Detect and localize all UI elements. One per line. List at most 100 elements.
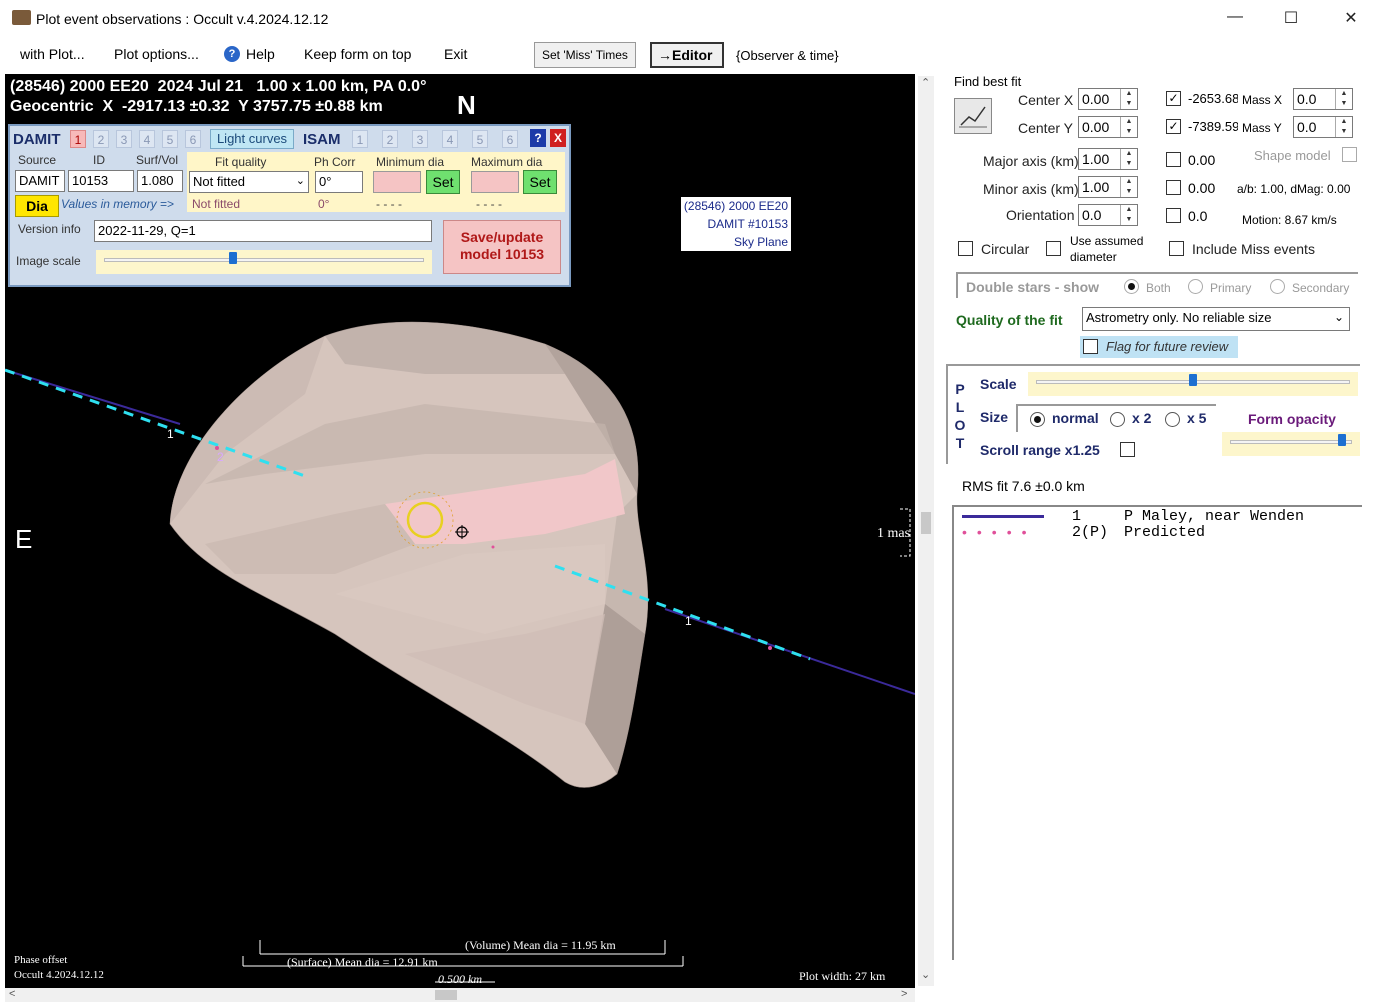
circular-label: Circular bbox=[981, 241, 1030, 257]
horizontal-scrollbar[interactable]: < > bbox=[5, 988, 915, 1002]
north-label: N bbox=[457, 90, 476, 120]
minor-axis-label: Minor axis (km) bbox=[983, 181, 1079, 197]
damit-tab-3[interactable]: 3 bbox=[116, 130, 132, 148]
dia-button[interactable]: Dia bbox=[15, 195, 59, 217]
scale-slider[interactable] bbox=[1028, 372, 1358, 396]
sky-label-plane: Sky Plane bbox=[733, 235, 788, 249]
double-both-radio[interactable] bbox=[1124, 279, 1139, 294]
id-field[interactable]: 10153 bbox=[68, 170, 134, 192]
damit-panel: DAMIT 1 2 3 4 5 6 Light curves ISAM 1 2 … bbox=[8, 124, 571, 287]
shape-model-checkbox[interactable] bbox=[1342, 147, 1357, 162]
minor-axis-checkbox[interactable] bbox=[1166, 180, 1181, 195]
center-x-label: Center X bbox=[1018, 92, 1074, 108]
chord-2-label: 2 bbox=[217, 450, 224, 464]
observer-time-label[interactable]: {Observer & time} bbox=[736, 48, 839, 63]
major-axis-checkbox[interactable] bbox=[1166, 152, 1181, 167]
editor-button[interactable]: →Editor bbox=[650, 42, 724, 68]
mass-x-spinner[interactable]: 0.0 ▲ ▼ bbox=[1293, 88, 1353, 110]
center-y-spinner[interactable]: 0.00 ▲ ▼ bbox=[1078, 116, 1138, 138]
max-dia-field[interactable] bbox=[471, 171, 519, 193]
damit-tab-2[interactable]: 2 bbox=[93, 130, 109, 148]
circular-checkbox[interactable] bbox=[958, 241, 973, 256]
isam-tab-3[interactable]: 3 bbox=[412, 130, 428, 148]
damit-tab-6[interactable]: 6 bbox=[185, 130, 201, 148]
chord-1-label-east: 1 bbox=[685, 614, 692, 628]
damit-close-icon[interactable]: X bbox=[550, 129, 566, 147]
help-icon[interactable]: ? bbox=[224, 46, 240, 62]
light-curves-button[interactable]: Light curves bbox=[210, 129, 294, 149]
fit-quality-header: Fit quality bbox=[215, 155, 267, 169]
vertical-scroll-thumb[interactable] bbox=[921, 512, 931, 534]
scale-slider-thumb[interactable] bbox=[1189, 374, 1197, 386]
menu-exit[interactable]: Exit bbox=[444, 46, 467, 62]
center-y-checkbox[interactable]: ✓ bbox=[1166, 119, 1181, 134]
use-assumed-checkbox[interactable] bbox=[1046, 241, 1061, 256]
image-scale-slider[interactable] bbox=[96, 250, 432, 274]
fit-quality-memory: Not fitted bbox=[192, 197, 241, 211]
flag-review-checkbox[interactable] bbox=[1083, 339, 1098, 354]
scroll-down-icon[interactable]: ⌄ bbox=[921, 968, 930, 981]
damit-tab-1[interactable]: 1 bbox=[70, 130, 86, 148]
plot-canvas[interactable]: (28546) 2000 EE20 2024 Jul 21 1.00 x 1.0… bbox=[5, 74, 915, 988]
image-scale-thumb[interactable] bbox=[228, 252, 237, 264]
surf-vol-field[interactable]: 1.080 bbox=[137, 170, 183, 192]
horizontal-scroll-thumb[interactable] bbox=[435, 990, 457, 1000]
double-secondary-radio[interactable] bbox=[1270, 279, 1285, 294]
find-best-fit-button[interactable] bbox=[954, 98, 992, 134]
isam-tab-5[interactable]: 5 bbox=[472, 130, 488, 148]
isam-tab-6[interactable]: 6 bbox=[502, 130, 518, 148]
close-window-button[interactable]: ✕ bbox=[1336, 8, 1366, 30]
legend-row-1-name: P Maley, near Wenden bbox=[1124, 508, 1305, 525]
window-title: Plot event observations : Occult v.4.202… bbox=[36, 11, 329, 27]
size-normal-radio[interactable] bbox=[1030, 412, 1045, 427]
form-opacity-thumb[interactable] bbox=[1338, 434, 1347, 446]
damit-tab-4[interactable]: 4 bbox=[139, 130, 155, 148]
phase-offset-label: Phase offset bbox=[14, 954, 68, 966]
min-dia-set-button[interactable]: Set bbox=[426, 170, 460, 194]
maximize-button[interactable]: ☐ bbox=[1276, 8, 1306, 30]
scroll-up-icon[interactable]: ⌃ bbox=[921, 76, 930, 89]
menu-help[interactable]: Help bbox=[246, 46, 275, 62]
minimize-button[interactable]: — bbox=[1220, 8, 1250, 30]
menu-plot-options[interactable]: Plot options... bbox=[114, 46, 199, 62]
set-miss-times-button[interactable]: Set 'Miss' Times bbox=[534, 42, 636, 68]
scroll-range-checkbox[interactable] bbox=[1120, 442, 1135, 457]
max-dia-header: Maximum dia bbox=[471, 155, 543, 169]
form-opacity-slider[interactable] bbox=[1222, 432, 1360, 456]
mass-y-spinner[interactable]: 0.0 ▲ ▼ bbox=[1293, 116, 1353, 138]
center-x-value: 0.00 bbox=[1082, 91, 1110, 107]
min-dia-field[interactable] bbox=[373, 171, 421, 193]
source-field[interactable]: DAMIT bbox=[15, 170, 65, 192]
vertical-scrollbar[interactable]: ⌃ ⌄ bbox=[918, 76, 934, 986]
center-y-check-value: -7389.59 bbox=[1188, 119, 1238, 134]
major-axis-spinner[interactable]: 1.00 ▲ ▼ bbox=[1078, 148, 1138, 170]
include-miss-checkbox[interactable] bbox=[1169, 241, 1184, 256]
damit-tab-5[interactable]: 5 bbox=[162, 130, 178, 148]
ph-corr-field[interactable]: 0° bbox=[315, 171, 363, 193]
size-x5-radio[interactable] bbox=[1165, 412, 1180, 427]
orientation-spinner[interactable]: 0.0 ▲ ▼ bbox=[1078, 204, 1138, 226]
orientation-checkbox[interactable] bbox=[1166, 208, 1181, 223]
double-primary-radio[interactable] bbox=[1188, 279, 1203, 294]
mass-y-label: Mass Y bbox=[1242, 121, 1282, 135]
size-x2-radio[interactable] bbox=[1110, 412, 1125, 427]
isam-tab-2[interactable]: 2 bbox=[382, 130, 398, 148]
major-axis-check-value: 0.00 bbox=[1188, 152, 1216, 168]
isam-tab-1[interactable]: 1 bbox=[352, 130, 368, 148]
center-x-spinner[interactable]: 0.00 ▲ ▼ bbox=[1078, 88, 1138, 110]
isam-tab-4[interactable]: 4 bbox=[442, 130, 458, 148]
size-x5-label: x 5 bbox=[1187, 410, 1207, 426]
max-dia-set-button[interactable]: Set bbox=[523, 170, 557, 194]
menu-with-plot[interactable]: with Plot... bbox=[20, 46, 85, 62]
scroll-right-icon[interactable]: > bbox=[901, 988, 907, 1000]
save-update-model-button[interactable]: Save/update model 10153 bbox=[443, 220, 561, 274]
scroll-left-icon[interactable]: < bbox=[9, 988, 15, 1000]
menu-keep-on-top[interactable]: Keep form on top bbox=[304, 46, 411, 62]
fit-quality-select[interactable]: Not fitted ⌄ bbox=[189, 171, 309, 193]
quality-of-fit-select[interactable]: Astrometry only. No reliable size ⌄ bbox=[1082, 307, 1350, 331]
damit-help-icon[interactable]: ? bbox=[530, 129, 546, 147]
version-info-field[interactable]: 2022-11-29, Q=1 bbox=[94, 220, 432, 242]
occult-version-label: Occult 4.2024.12.12 bbox=[14, 969, 104, 981]
minor-axis-spinner[interactable]: 1.00 ▲ ▼ bbox=[1078, 176, 1138, 198]
center-x-checkbox[interactable]: ✓ bbox=[1166, 91, 1181, 106]
